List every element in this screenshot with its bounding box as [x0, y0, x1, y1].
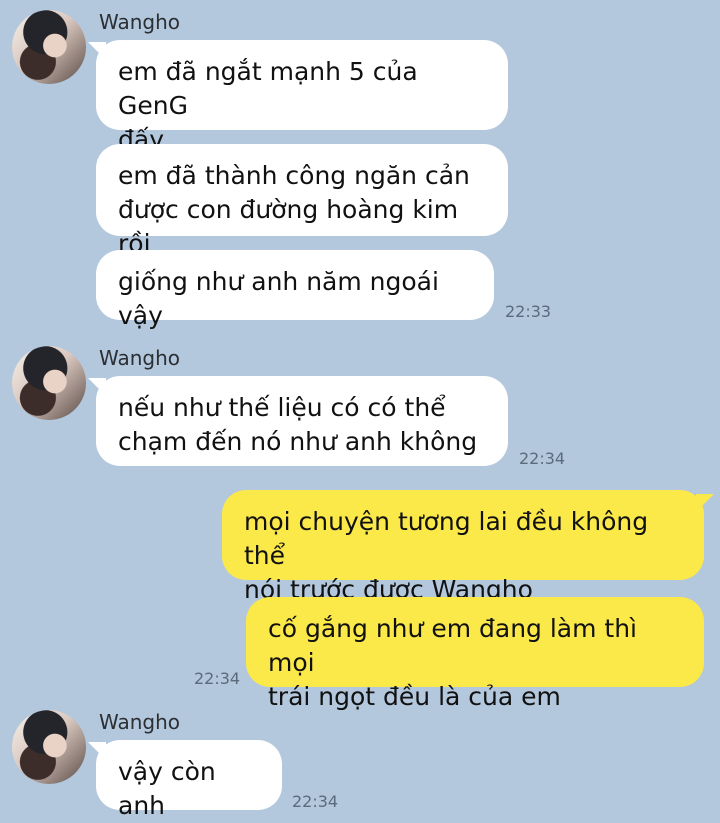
avatar[interactable] [12, 10, 86, 84]
outgoing-message[interactable]: cố gắng như em đang làm thì mọi trái ngọ… [246, 597, 704, 711]
message-timestamp: 22:33 [505, 302, 552, 321]
outgoing-message[interactable]: mọi chuyện tương lai đều không thể nói t… [222, 490, 704, 604]
sender-name: Wangho [99, 10, 181, 34]
message-timestamp: 22:34 [519, 449, 566, 468]
incoming-message[interactable]: em đã thành công ngăn cản được con đường… [96, 144, 508, 258]
message-timestamp: 22:34 [292, 792, 339, 811]
incoming-message[interactable]: em đã ngắt mạnh 5 của GenG đấy [96, 40, 508, 154]
incoming-message[interactable]: giống như anh năm ngoái vậy [96, 250, 494, 330]
message-timestamp: 22:34 [194, 669, 241, 688]
bubble-tail [696, 494, 714, 512]
sender-name: Wangho [99, 346, 181, 370]
incoming-message[interactable]: nếu như thế liệu có có thể chạm đến nó n… [96, 376, 508, 466]
sender-name: Wangho [99, 710, 181, 734]
incoming-message[interactable]: vậy còn anh [96, 740, 282, 820]
avatar[interactable] [12, 710, 86, 784]
avatar[interactable] [12, 346, 86, 420]
